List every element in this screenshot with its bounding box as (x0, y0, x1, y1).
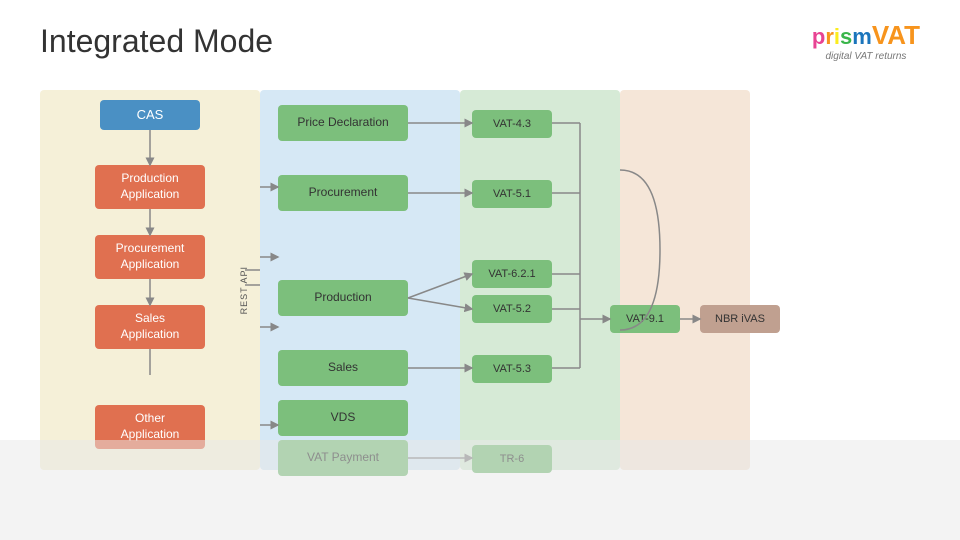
logo-subtitle: digital VAT returns (812, 51, 920, 62)
proc-app-box: ProcurementApplication (95, 235, 205, 279)
rest-api-label: REST API (236, 250, 252, 330)
vat91-box: VAT-9.1 (610, 305, 680, 333)
bottom-decoration (0, 440, 960, 540)
vat51-box: VAT-5.1 (472, 180, 552, 208)
vat621-box: VAT-6.2.1 (472, 260, 552, 288)
production-box: Production (278, 280, 408, 316)
vat43-box: VAT-4.3 (472, 110, 552, 138)
cas-box: CAS (100, 100, 200, 130)
procurement-box: Procurement (278, 175, 408, 211)
logo-text: prismVAT (812, 20, 920, 51)
slide: Integrated Mode prismVAT digital VAT ret… (0, 0, 960, 540)
col-peach-bg (620, 90, 750, 470)
vat52-box: VAT-5.2 (472, 295, 552, 323)
logo: prismVAT digital VAT returns (812, 20, 920, 62)
sales-app-box: SalesApplication (95, 305, 205, 349)
vds-box: VDS (278, 400, 408, 436)
nbr-box: NBR iVAS (700, 305, 780, 333)
vat53-box: VAT-5.3 (472, 355, 552, 383)
price-declaration-box: Price Declaration (278, 105, 408, 141)
page-title: Integrated Mode (40, 23, 273, 60)
sales-box: Sales (278, 350, 408, 386)
header: Integrated Mode prismVAT digital VAT ret… (40, 20, 920, 62)
prod-app-box: ProductionApplication (95, 165, 205, 209)
